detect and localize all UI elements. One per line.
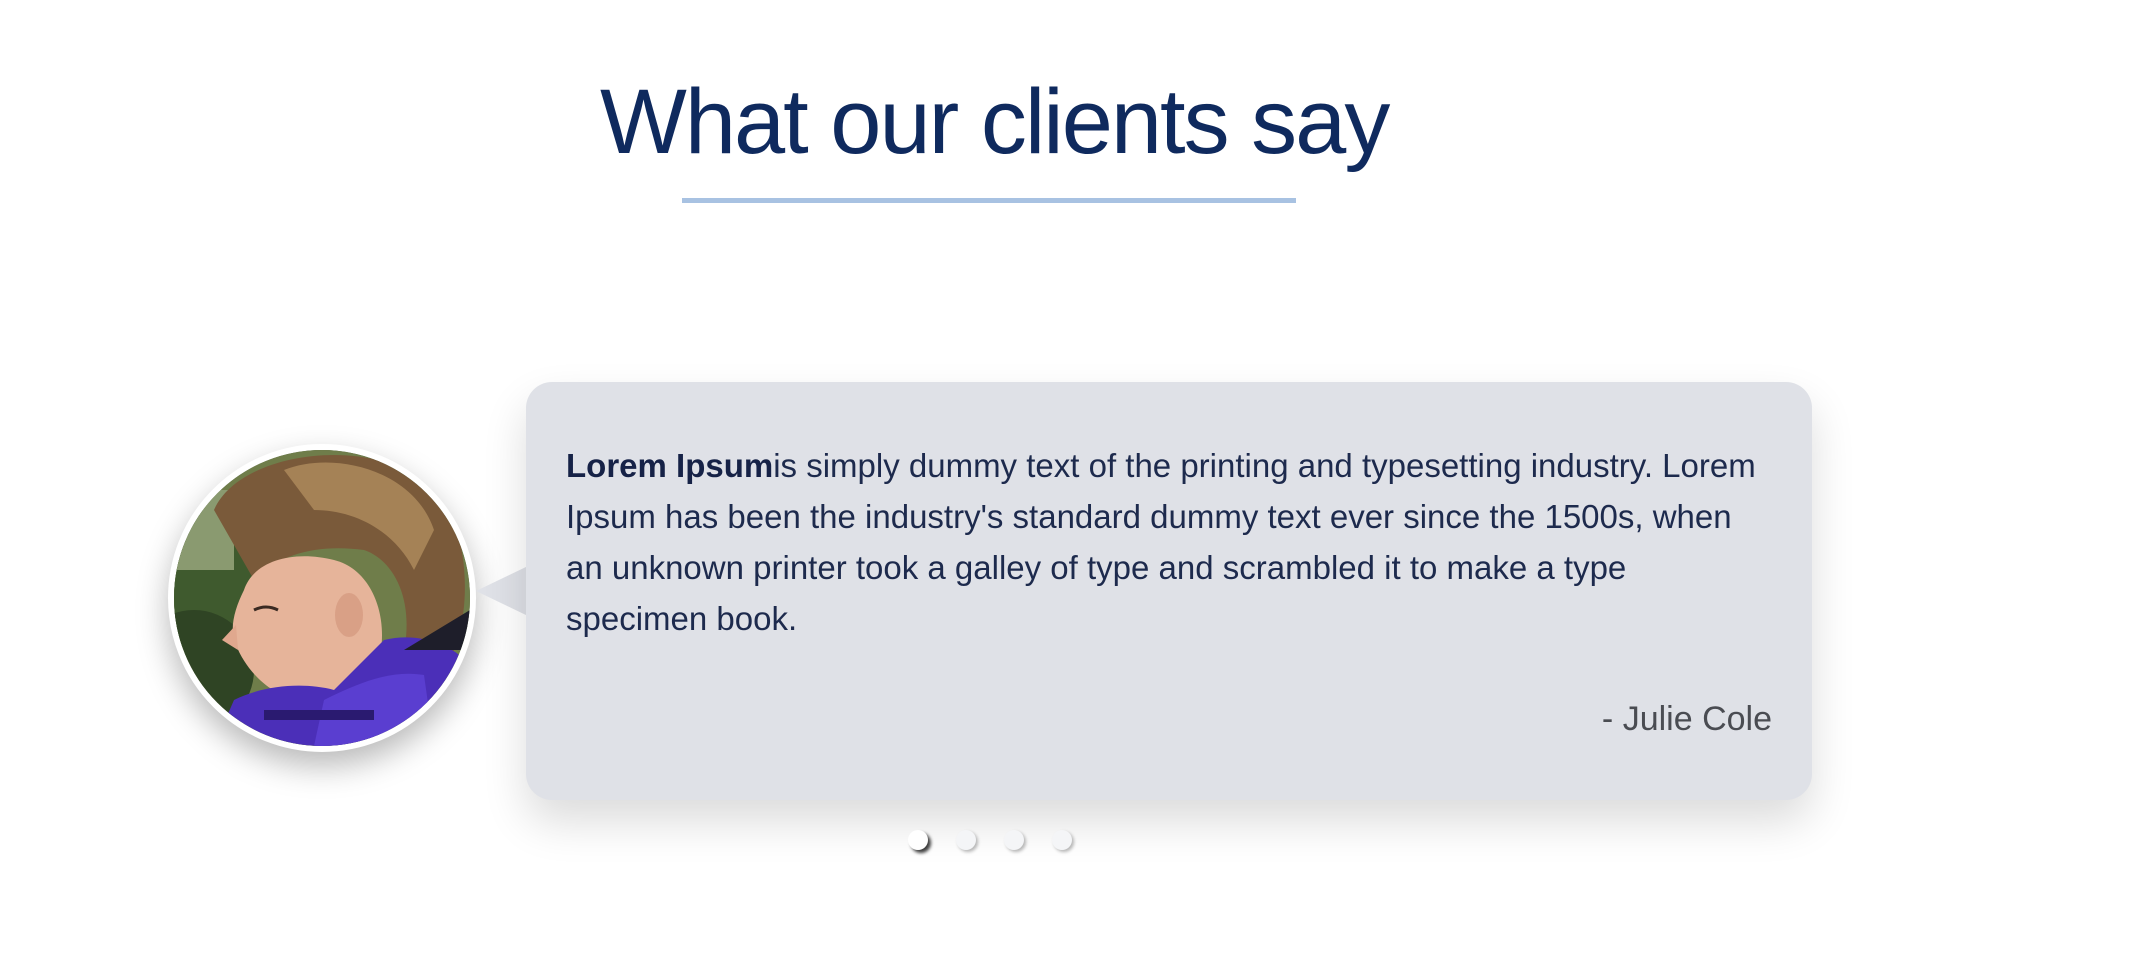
- testimonials-section: What our clients say Lorem Ipsumis simpl…: [0, 0, 2132, 966]
- testimonial-card: Lorem Ipsumis simply dummy text of the p…: [526, 382, 1812, 800]
- carousel-pagination: [908, 830, 1072, 852]
- carousel-dot-3[interactable]: [1004, 830, 1024, 850]
- title-underline: [682, 198, 1296, 203]
- client-portrait-image: [174, 450, 470, 746]
- carousel-dot-4[interactable]: [1052, 830, 1072, 850]
- testimonial-author: - Julie Cole: [1601, 700, 1772, 738]
- testimonial-quote: Lorem Ipsumis simply dummy text of the p…: [566, 440, 1766, 644]
- client-avatar: [168, 444, 476, 752]
- section-title: What our clients say: [600, 71, 1390, 173]
- testimonial-highlight: Lorem Ipsum: [566, 447, 774, 484]
- speech-bubble-tail: [476, 566, 528, 616]
- carousel-dot-1[interactable]: [908, 830, 928, 850]
- carousel-dot-2[interactable]: [956, 830, 976, 850]
